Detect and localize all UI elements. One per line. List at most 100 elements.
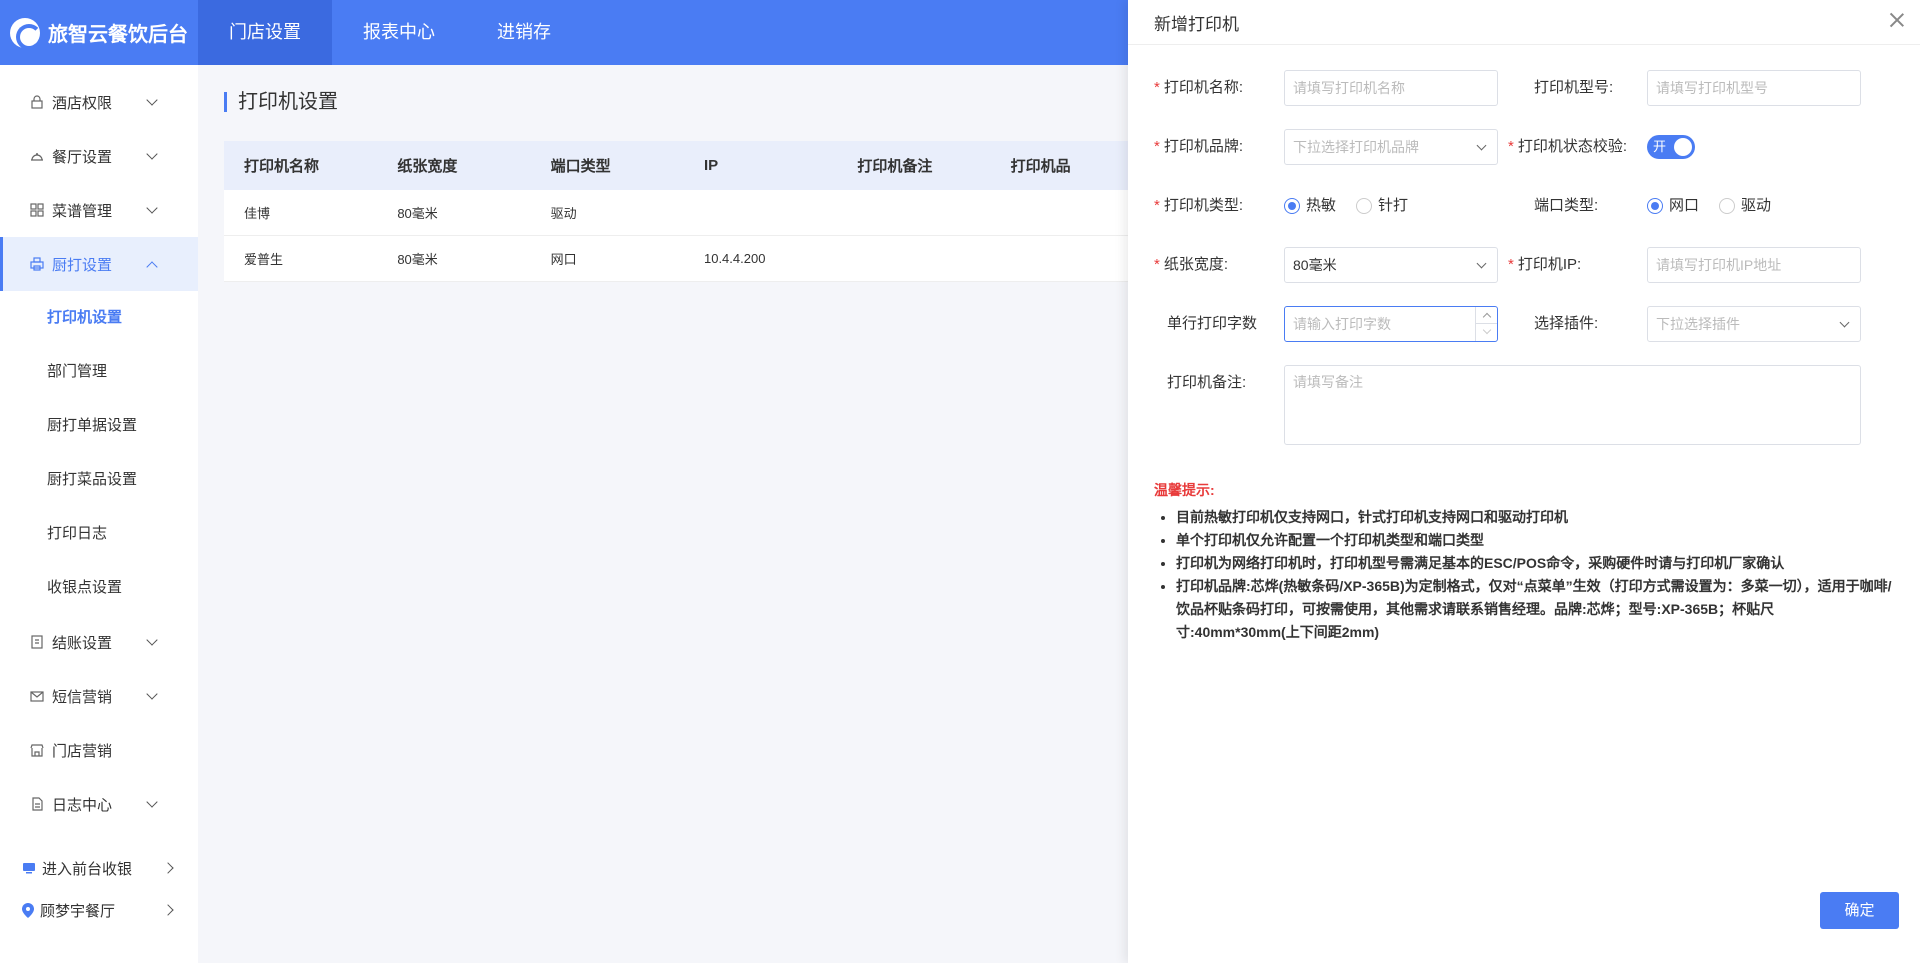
plugin-select[interactable]: 下拉选择插件: [1647, 306, 1861, 342]
radio-driver[interactable]: 驱动: [1719, 188, 1771, 224]
sidebar-item-log-center[interactable]: 日志中心: [0, 777, 198, 831]
radio-network[interactable]: 网口: [1647, 188, 1699, 224]
radio-label: 热敏: [1306, 197, 1337, 214]
radio-label: 驱动: [1741, 197, 1772, 214]
toggle-text: 开: [1653, 139, 1667, 154]
lock-icon: [29, 95, 44, 110]
cloche-icon: [29, 149, 44, 164]
sidebar-item-store-marketing[interactable]: 门店营销: [0, 723, 198, 777]
plugin-placeholder: 下拉选择插件: [1656, 316, 1740, 332]
logo-icon: [10, 17, 42, 50]
radio-dot: [1647, 198, 1663, 214]
chevron-down-icon: [146, 94, 158, 106]
cell-ip: 10.4.4.200: [703, 251, 766, 266]
stepper-up-icon[interactable]: [1476, 307, 1497, 324]
enter-front-cashier[interactable]: 进入前台收银: [0, 847, 198, 889]
sidebar-item-label: 菜谱管理: [52, 202, 113, 220]
restaurant-switcher[interactable]: 顾梦宇餐厅: [0, 889, 198, 931]
radio-label: 网口: [1669, 197, 1700, 214]
sidebar-item-kitchen-print[interactable]: 厨打设置: [0, 237, 198, 291]
tips-list: 目前热敏打印机仅支持网口，针式打印机支持网口和驱动打印机 单个打印机仅允许配置一…: [1154, 506, 1894, 644]
sidebar-item-checkout-settings[interactable]: 结账设置: [0, 615, 198, 669]
chars-per-line-label: 单行打印字数: [1167, 315, 1258, 332]
printer-name-input[interactable]: 请填写打印机名称: [1284, 70, 1498, 106]
enter-front-cashier-label: 进入前台收银: [42, 860, 133, 878]
tips-title: 温馨提示:: [1154, 482, 1215, 498]
sidebar-sub-printer-settings[interactable]: 打印机设置: [0, 291, 198, 345]
tip-item: 目前热敏打印机仅支持网口，针式打印机支持网口和驱动打印机: [1176, 506, 1894, 529]
form-row: 单行打印字数 请输入打印字数 选择插件: 下拉选择插件: [1154, 306, 1894, 342]
cell-paper-width: 80毫米: [397, 252, 438, 267]
status-check-toggle[interactable]: 开: [1647, 135, 1695, 159]
store-icon: [29, 743, 44, 758]
radio-dot: [1284, 198, 1300, 214]
printer-icon: [29, 257, 44, 272]
table-row[interactable]: 佳博 80毫米 驱动: [224, 190, 1144, 236]
document-icon: [29, 797, 44, 812]
sidebar-sub-department[interactable]: 部门管理: [0, 345, 198, 399]
sidebar-item-label: 门店营销: [52, 742, 113, 760]
radio-dot-matrix[interactable]: 针打: [1356, 188, 1408, 224]
sidebar-sub-print-dishes[interactable]: 厨打菜品设置: [0, 453, 198, 507]
app-title: 旅智云餐饮后台: [48, 24, 188, 46]
monitor-icon: [22, 862, 36, 874]
chevron-up-icon: [146, 261, 158, 273]
sidebar-sub-print-log[interactable]: 打印日志: [0, 507, 198, 561]
sidebar-item-restaurant-settings[interactable]: 餐厅设置: [0, 129, 198, 183]
paper-width-select[interactable]: 80毫米: [1284, 247, 1498, 283]
printer-model-input[interactable]: 请填写打印机型号: [1647, 70, 1861, 106]
confirm-button[interactable]: 确定: [1820, 892, 1899, 929]
sidebar-sub-cashier-point[interactable]: 收银点设置: [0, 561, 198, 615]
location-pin-icon: [22, 902, 34, 918]
col-port-type: 端口类型: [550, 158, 611, 175]
chevron-down-icon: [146, 202, 158, 214]
sidebar-sub-print-receipt[interactable]: 厨打单据设置: [0, 399, 198, 453]
chevron-down-icon: [1476, 258, 1487, 269]
cell-printer-name: 佳博: [244, 206, 271, 221]
printer-table: 打印机名称 纸张宽度 端口类型 IP 打印机备注 打印机品 佳博 80毫米 驱动…: [224, 141, 1144, 282]
main-content: 打印机设置 打印机名称 纸张宽度 端口类型 IP 打印机备注 打印机品 佳博 8…: [198, 65, 1144, 963]
page-title: 打印机设置: [224, 92, 338, 112]
printer-type-label: * 打印机类型:: [1154, 197, 1244, 214]
col-brand: 打印机品: [1010, 158, 1071, 175]
printer-model-label: 打印机型号:: [1534, 79, 1614, 96]
top-nav: 门店设置 报表中心 进销存: [198, 0, 582, 65]
chevron-right-icon: [162, 904, 174, 916]
printer-ip-input[interactable]: 请填写打印机IP地址: [1647, 247, 1861, 283]
port-type-label: 端口类型:: [1534, 197, 1599, 214]
printer-name-label: * 打印机名称:: [1154, 79, 1244, 96]
add-printer-drawer: 新增打印机 * 打印机名称: 请填写打印机名称 打印机型号: 请填写打印机型号 *…: [1128, 0, 1920, 963]
col-ip: IP: [703, 157, 719, 174]
remark-textarea[interactable]: 请填写备注: [1284, 365, 1861, 445]
form-row: * 打印机名称: 请填写打印机名称 打印机型号: 请填写打印机型号: [1154, 70, 1894, 106]
sidebar-item-label: 酒店权限: [52, 94, 113, 112]
cell-printer-name: 爱普生: [244, 252, 284, 267]
app-logo[interactable]: 旅智云餐饮后台: [0, 0, 198, 65]
nav-store-settings[interactable]: 门店设置: [198, 0, 332, 65]
sidebar-item-hotel-permission[interactable]: 酒店权限: [0, 75, 198, 129]
drawer-title: 新增打印机: [1154, 15, 1239, 34]
sidebar-item-label: 结账设置: [52, 634, 113, 652]
printer-brand-placeholder: 下拉选择打印机品牌: [1293, 139, 1419, 155]
radio-thermal[interactable]: 热敏: [1284, 188, 1336, 224]
chars-per-line-input[interactable]: 请输入打印字数: [1284, 306, 1498, 342]
nav-report-center[interactable]: 报表中心: [332, 0, 466, 65]
col-paper-width: 纸张宽度: [397, 158, 458, 175]
table-row[interactable]: 爱普生 80毫米 网口 10.4.4.200: [224, 236, 1144, 282]
cell-port-type: 网口: [550, 252, 577, 267]
sidebar-item-label: 日志中心: [52, 796, 113, 814]
chevron-down-icon: [146, 148, 158, 160]
drawer-header: 新增打印机: [1128, 0, 1920, 45]
stepper-down-icon[interactable]: [1476, 324, 1497, 341]
plugin-label: 选择插件:: [1534, 315, 1599, 332]
sidebar-item-sms-marketing[interactable]: 短信营销: [0, 669, 198, 723]
sidebar-item-menu-management[interactable]: 菜谱管理: [0, 183, 198, 237]
grid-icon: [29, 203, 44, 218]
col-printer-name: 打印机名称: [244, 158, 320, 175]
printer-brand-select[interactable]: 下拉选择打印机品牌: [1284, 129, 1498, 165]
nav-inventory[interactable]: 进销存: [466, 0, 582, 65]
form-row: * 打印机类型: 热敏 针打 端口类型: 网口 驱动: [1154, 188, 1894, 224]
close-icon[interactable]: [1888, 11, 1906, 29]
radio-dot: [1356, 198, 1372, 214]
quantity-stepper[interactable]: [1475, 307, 1497, 341]
